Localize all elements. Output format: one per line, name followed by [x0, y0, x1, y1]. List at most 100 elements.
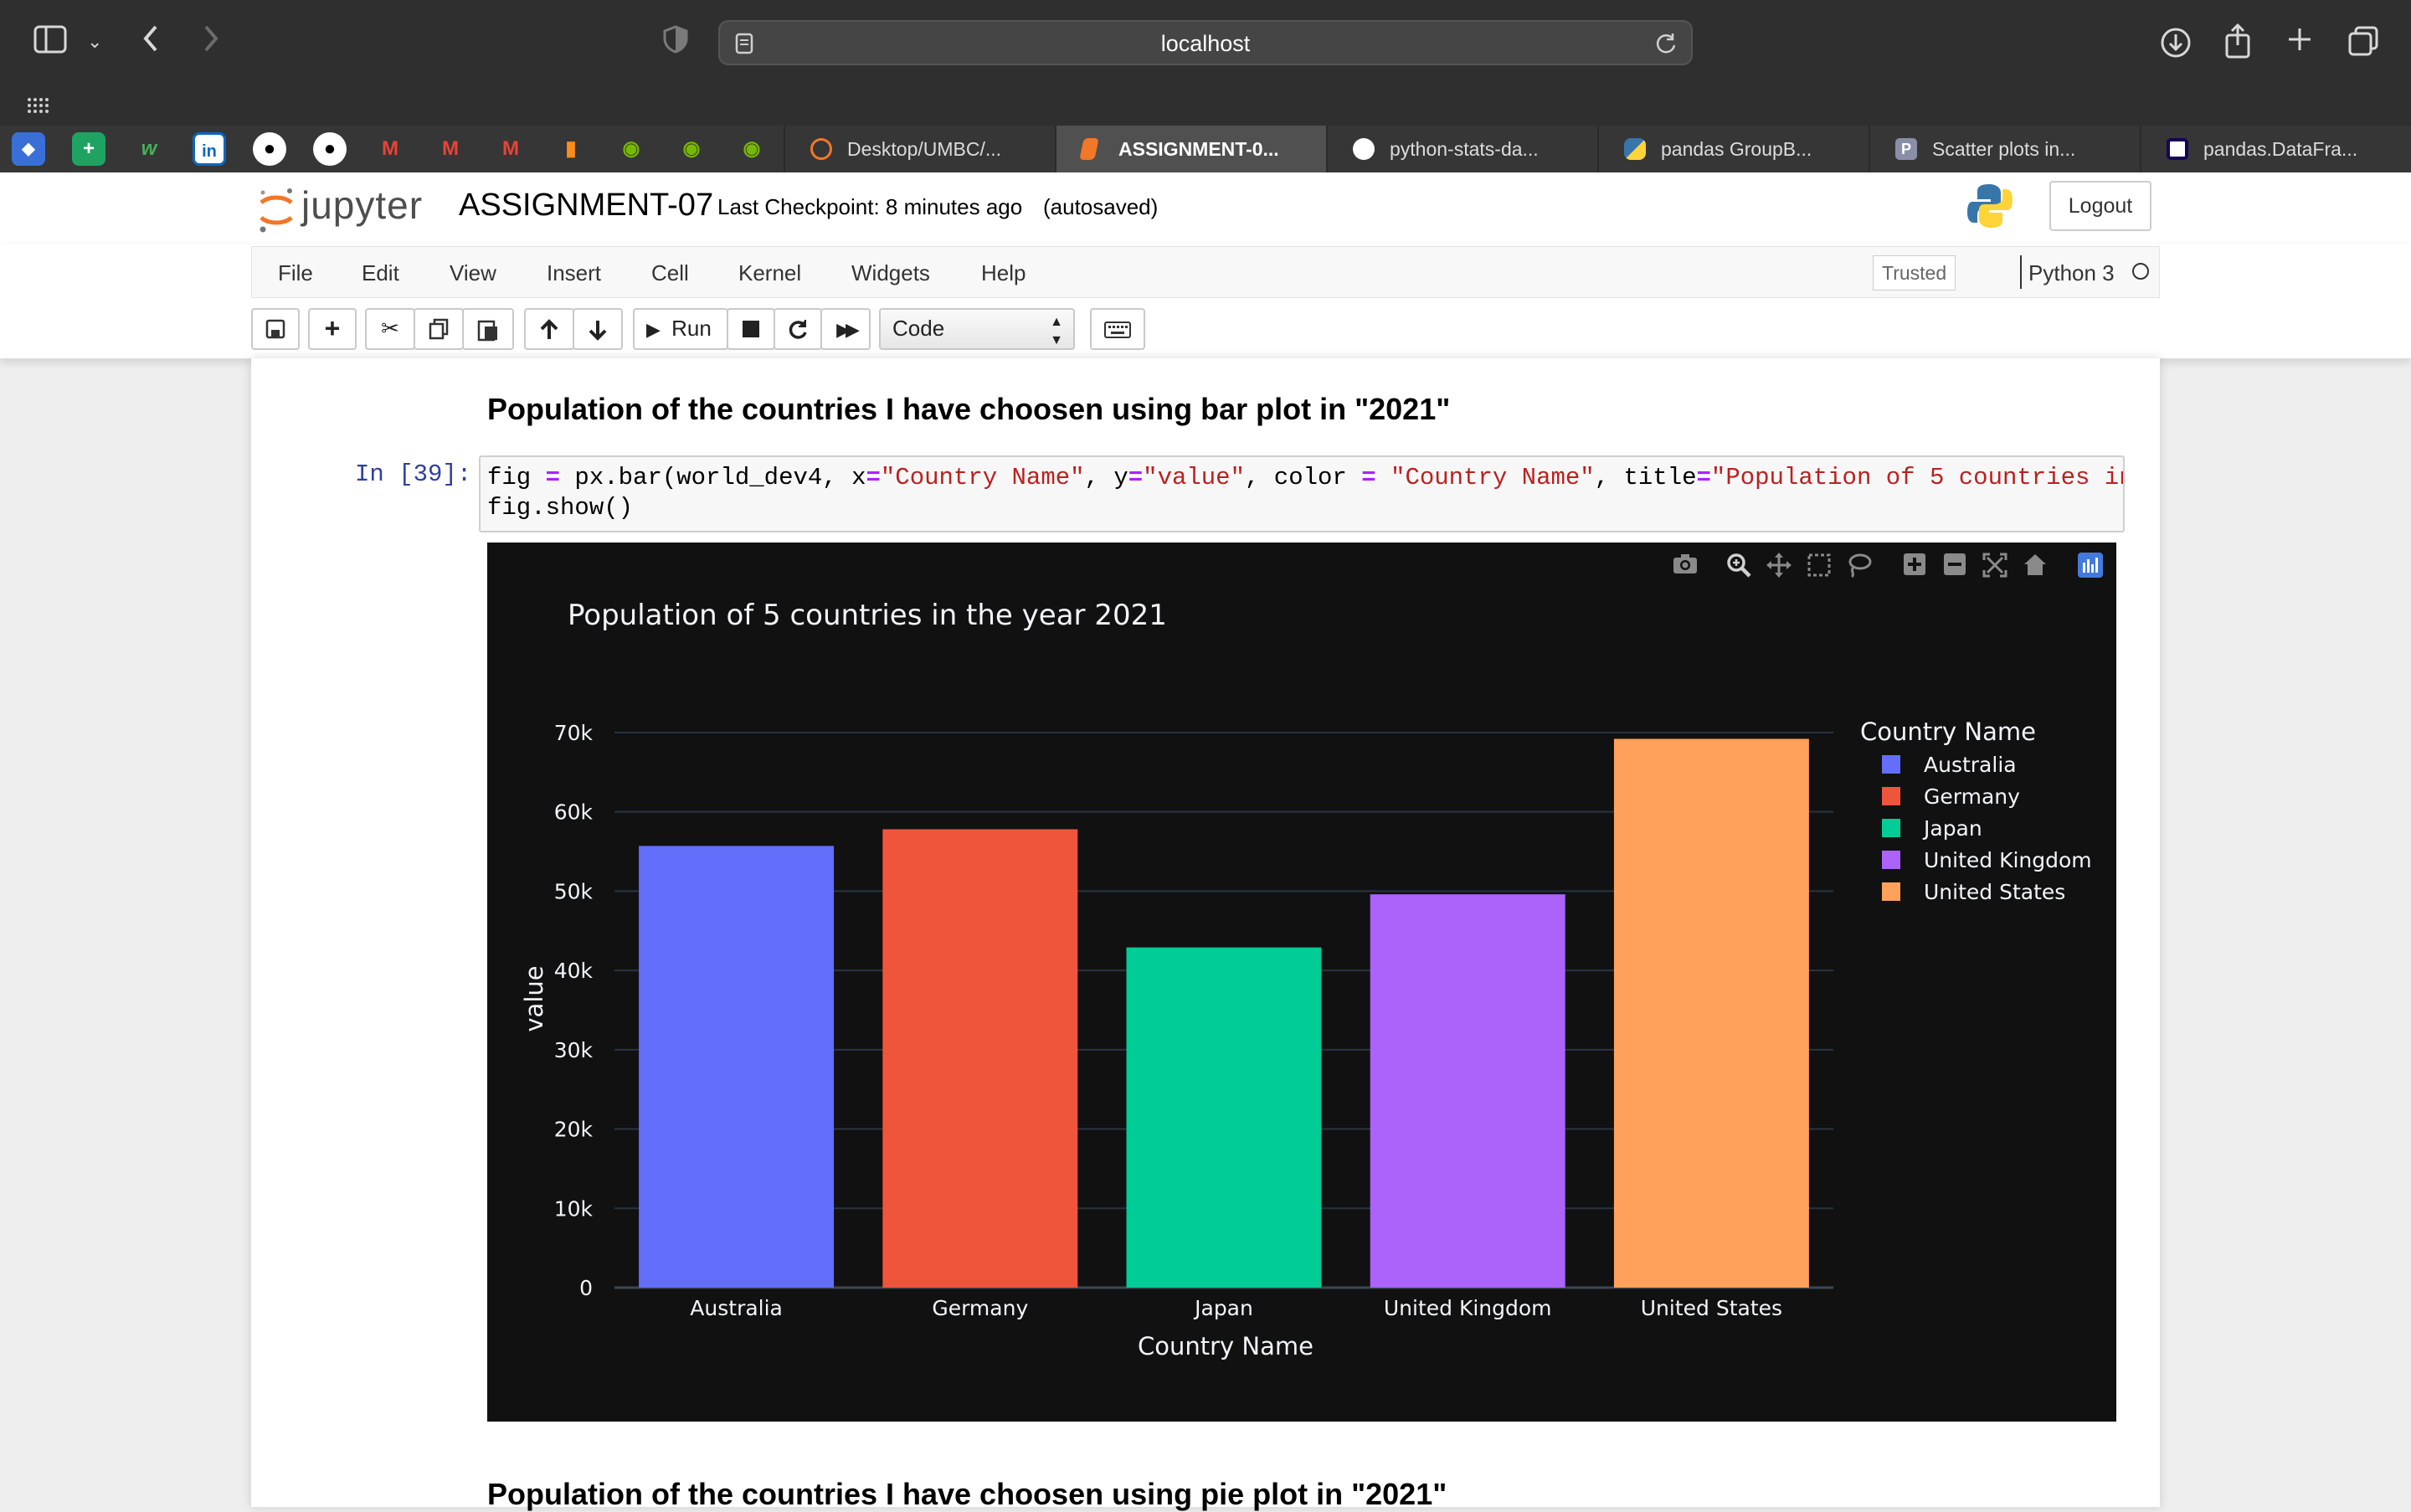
save-button[interactable] — [251, 308, 300, 350]
browser-tab[interactable]: Desktop/UMBC/... — [784, 126, 1055, 172]
kernel-divider — [2020, 255, 2022, 289]
menu-insert[interactable]: Insert — [547, 260, 601, 286]
plotly-chart[interactable]: Population of 5 countries in the year 20… — [487, 543, 2116, 1422]
tab-overview-icon[interactable] — [2347, 25, 2379, 64]
arrow-up-icon — [540, 319, 558, 339]
chart-title: Population of 5 countries in the year 20… — [568, 599, 1167, 632]
paste-button[interactable] — [462, 308, 514, 350]
pinned-tab-nvidia-icon[interactable]: ◉ — [614, 132, 648, 166]
chevron-down-icon[interactable]: ⌄ — [87, 25, 102, 59]
menu-view[interactable]: View — [450, 260, 496, 286]
tab-bar: ◆ + w in ● ● M M M ▮ ◉ ◉ ◉ Desktop/UMBC/… — [0, 126, 2411, 172]
legend-swatch[interactable] — [1882, 787, 1900, 805]
browser-tab[interactable]: P Scatter plots in... — [1869, 126, 2140, 172]
bar[interactable] — [639, 846, 835, 1288]
jupyter-logo-icon[interactable] — [256, 184, 296, 234]
x-tick-label: Japan — [1193, 1296, 1253, 1320]
legend-item-label[interactable]: Japan — [1922, 816, 1982, 841]
menu-file[interactable]: File — [278, 260, 313, 286]
bar[interactable] — [882, 829, 1078, 1288]
move-up-button[interactable] — [524, 308, 574, 350]
legend-swatch[interactable] — [1882, 851, 1900, 869]
legend-item-label[interactable]: Germany — [1924, 784, 2020, 809]
stop-icon — [743, 321, 759, 337]
browser-toolbar: ⌄ localhost — [0, 0, 2411, 126]
menu-cell[interactable]: Cell — [651, 260, 689, 286]
cell-type-select[interactable]: Code ▲ ▼ — [879, 308, 1075, 350]
menu-help[interactable]: Help — [981, 260, 1026, 286]
new-tab-icon[interactable] — [2285, 25, 2314, 61]
legend-item-label[interactable]: United Kingdom — [1924, 848, 2092, 872]
grid-apps-icon[interactable] — [27, 87, 50, 121]
y-tick-label: 40k — [554, 959, 594, 983]
pinned-tab-gmail-icon[interactable]: M — [434, 132, 467, 166]
back-icon[interactable] — [141, 22, 161, 63]
pinned-tab-gmail-icon[interactable]: M — [373, 132, 407, 166]
y-tick-label: 20k — [554, 1118, 594, 1142]
github-icon — [1353, 138, 1375, 160]
pinned-tab-orange-icon[interactable]: ▮ — [554, 132, 588, 166]
pinned-tab-sheets-icon[interactable]: + — [72, 132, 105, 166]
y-tick-label: 50k — [554, 879, 594, 903]
move-down-button[interactable] — [573, 308, 623, 350]
forward-icon[interactable] — [201, 22, 221, 63]
bar-chart-svg: Population of 5 countries in the year 20… — [520, 599, 2092, 1360]
address-bar[interactable]: localhost — [718, 20, 1693, 65]
reload-icon[interactable] — [1654, 32, 1678, 59]
paste-icon — [477, 320, 497, 342]
logout-button[interactable]: Logout — [2049, 181, 2151, 231]
plus-icon: + — [324, 313, 341, 343]
play-icon: ▶ — [646, 319, 661, 340]
pinned-tab-github-icon[interactable]: ● — [313, 132, 347, 166]
jupyter-header: jupyter ASSIGNMENT-07 Last Checkpoint: 8… — [0, 172, 2411, 244]
menu-kernel[interactable]: Kernel — [738, 260, 801, 286]
pinned-tab-gmail-icon[interactable]: M — [494, 132, 527, 166]
browser-tab[interactable]: python-stats-da... — [1326, 126, 1597, 172]
kernel-name[interactable]: Python 3 — [2028, 260, 2115, 286]
menu-toolbar-area: File Edit View Insert Cell Kernel Widget… — [0, 244, 2411, 359]
browser-tab[interactable]: pandas.DataFra... — [2140, 126, 2411, 172]
legend-swatch[interactable] — [1882, 882, 1900, 901]
download-icon[interactable] — [2160, 27, 2192, 66]
code-cell-editor[interactable]: fig = px.bar(world_dev4, x="Country Name… — [479, 455, 2125, 532]
copy-button[interactable] — [414, 308, 464, 350]
interrupt-button[interactable] — [727, 308, 775, 350]
pinned-tab-wix-icon[interactable]: w — [132, 132, 166, 166]
legend-swatch[interactable] — [1882, 819, 1900, 837]
shield-icon — [663, 25, 688, 61]
share-icon[interactable] — [2223, 23, 2252, 66]
notebook-name[interactable]: ASSIGNMENT-07 — [459, 188, 713, 224]
menubar: File Edit View Insert Cell Kernel Widget… — [251, 246, 2160, 298]
bar[interactable] — [1613, 738, 1809, 1288]
pinned-tab-linkedin-icon[interactable]: in — [193, 132, 226, 166]
bar[interactable] — [1126, 947, 1322, 1288]
markdown-heading-bar: Population of the countries I have choos… — [487, 392, 1451, 426]
browser-tab-active[interactable]: ASSIGNMENT-0... — [1055, 126, 1326, 172]
python-icon — [1624, 138, 1646, 160]
legend-item-label[interactable]: United States — [1924, 880, 2065, 904]
pinned-tab-nvidia-icon[interactable]: ◉ — [735, 132, 769, 166]
pinned-tab-vpn-icon[interactable]: ◆ — [12, 132, 45, 166]
x-tick-label: Germany — [932, 1296, 1028, 1320]
sidebar-toggle-icon[interactable] — [33, 25, 67, 61]
command-palette-button[interactable] — [1090, 308, 1145, 350]
insert-cell-button[interactable]: + — [308, 308, 357, 350]
legend-swatch[interactable] — [1882, 755, 1900, 774]
select-arrows-icon: ▲ ▼ — [1050, 315, 1063, 347]
restart-icon — [789, 320, 807, 339]
jupyter-logo-text: jupyter — [301, 183, 424, 227]
code-line-1: fig = px.bar(world_dev4, x="Country Name… — [487, 464, 2123, 491]
pinned-tab-github-icon[interactable]: ● — [253, 132, 286, 166]
run-button[interactable]: ▶ Run — [633, 308, 728, 350]
restart-run-all-button[interactable]: ▶▶ — [820, 308, 871, 350]
restart-button[interactable] — [774, 308, 822, 350]
menu-edit[interactable]: Edit — [362, 260, 399, 286]
menu-widgets[interactable]: Widgets — [851, 260, 930, 286]
cut-button[interactable]: ✂ — [365, 308, 415, 350]
trusted-badge[interactable]: Trusted — [1873, 255, 1956, 291]
python-logo-icon — [1966, 181, 2014, 231]
browser-tab[interactable]: pandas GroupB... — [1597, 126, 1869, 172]
legend-item-label[interactable]: Australia — [1924, 753, 2017, 777]
pinned-tab-nvidia-icon[interactable]: ◉ — [675, 132, 708, 166]
bar[interactable] — [1370, 894, 1565, 1288]
